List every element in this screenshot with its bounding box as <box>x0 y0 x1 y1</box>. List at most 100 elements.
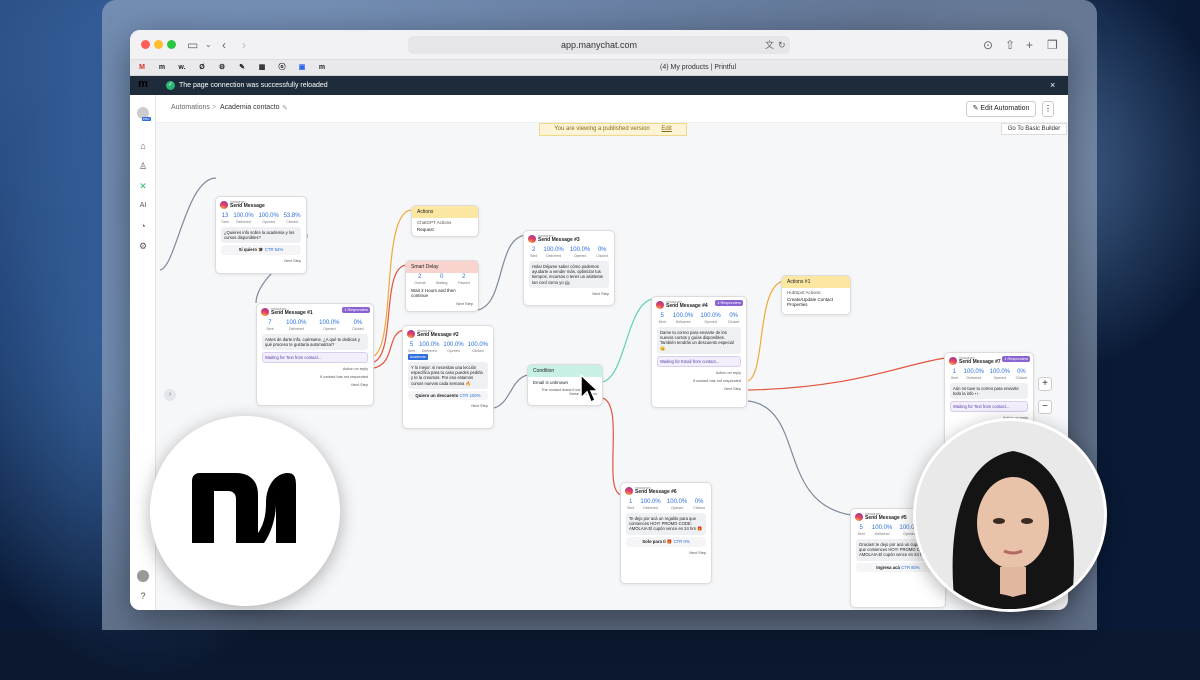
share-icon[interactable]: ⇧ <box>1005 37 1015 53</box>
instagram-icon <box>407 329 415 338</box>
reload-icon[interactable]: ↻ <box>778 37 786 53</box>
next-step-label[interactable]: Next Step <box>621 549 711 557</box>
message-text: Hola! Déjame saber cómo podemos ayudarte… <box>529 261 609 288</box>
close-icon[interactable]: × <box>1050 76 1055 95</box>
favicon-gmail[interactable]: M <box>136 62 148 73</box>
actions-header: Actions <box>412 206 478 218</box>
bookmarks-bar: M m w. Ø ⚙ ✎ ▦ ⓞ ▣ m (4) My products | P… <box>130 60 1068 76</box>
next-step-label[interactable]: Next Step <box>216 257 306 265</box>
edit-automation-button[interactable]: ✎ Edit Automation <box>966 101 1036 117</box>
zoom-out-button[interactable]: − <box>1038 400 1052 414</box>
message-text: Antes de darte info, cuéntame, ¿A qué te… <box>262 334 368 351</box>
node-actions-1[interactable]: Actions #1 HubSpot Actions: Create/Updat… <box>781 275 851 315</box>
link-noreply-sm7 <box>747 357 947 391</box>
link-cond-sm4 <box>601 298 654 383</box>
action-on-reply-label[interactable]: Action on reply <box>652 369 746 377</box>
next-step-label[interactable]: Next Step <box>406 300 478 308</box>
message-text: ¿Quieres info sobre la academia y los cu… <box>221 227 301 244</box>
link-reply-act2 <box>747 280 784 382</box>
message-button[interactable]: Solo para ti 🎁 CTR 0% <box>626 536 706 547</box>
manychat-logo-icon[interactable]: m <box>137 78 149 90</box>
no-reply-label[interactable]: If contact has not responded <box>257 373 373 381</box>
more-options-button[interactable]: ⋮ <box>1042 101 1054 117</box>
favicon-threads[interactable]: ⓞ <box>276 62 288 73</box>
link-delay-sm3 <box>477 234 527 311</box>
node-send-message-4[interactable]: Instagram Send Message #4 4 Responders 5S… <box>651 296 747 408</box>
breadcrumb-current: Academia contacto <box>220 104 280 111</box>
message-text: Y lo mejor: si necesitas una lección esp… <box>408 362 488 389</box>
message-button[interactable]: Sí quiero 🎓 CTR 54% <box>221 245 301 256</box>
forward-icon[interactable]: › <box>242 37 246 53</box>
instagram-icon <box>625 486 633 495</box>
automation-icon[interactable]: ✕ <box>137 180 149 192</box>
settings-icon[interactable]: ⚙ <box>137 240 149 252</box>
next-step-label[interactable]: Next Step <box>257 381 373 389</box>
waiting-input: Waiting for Text from contact... <box>262 352 368 364</box>
message-button[interactable]: Quiero un descuento CTR 100% <box>408 390 488 400</box>
help-icon[interactable]: ? <box>137 590 149 602</box>
link-entry <box>159 177 217 271</box>
next-step-label[interactable]: Next Step <box>403 402 493 410</box>
favicon-openai[interactable]: ⚙ <box>216 62 228 73</box>
link-cond-sm6 <box>601 397 623 496</box>
node-actions[interactable]: Actions ChatGPT Actions Request <box>411 205 479 237</box>
close-window-button[interactable] <box>141 40 150 49</box>
instagram-icon <box>949 356 957 365</box>
user-avatar[interactable] <box>137 570 149 582</box>
translate-icon[interactable]: 文 <box>765 37 774 53</box>
pro-badge: PRO <box>142 117 151 121</box>
chevron-down-icon[interactable]: ⌄ <box>205 37 212 53</box>
next-step-label[interactable]: Next Step <box>524 290 614 298</box>
minimize-window-button[interactable] <box>154 40 163 49</box>
node-send-message[interactable]: Instagram Send Message 13 Sent 100.0% Delive… <box>215 196 307 274</box>
maximize-window-button[interactable] <box>167 40 176 49</box>
instagram-icon <box>528 234 536 243</box>
pencil-icon[interactable]: ✎ <box>282 104 288 112</box>
active-tab-title[interactable]: (4) My products | Printful <box>660 60 736 76</box>
delay-header: Smart Delay <box>406 261 478 273</box>
favicon-circle[interactable]: Ø <box>196 62 208 73</box>
favicon-manychat[interactable]: m <box>156 62 168 73</box>
banner-text: The page connection was successfully rel… <box>179 82 328 89</box>
presenter-avatar <box>913 418 1107 612</box>
node-send-message-3[interactable]: Instagram Send Message #3 2 Sent 100.0% Deli… <box>523 230 615 306</box>
node-send-message-1[interactable]: Instagram Send Message #1 1 Responders 7S… <box>256 303 374 406</box>
download-icon[interactable]: ⊙ <box>983 37 993 53</box>
manychat-logo-badge <box>150 416 340 606</box>
breadcrumb-root[interactable]: Automations <box>171 104 210 111</box>
message-text: Aún no tuve tu correo para enviarte todo… <box>950 383 1028 400</box>
message-text: Te dejo por acá un regalito para que com… <box>626 513 706 535</box>
back-icon[interactable]: ‹ <box>222 37 226 53</box>
next-step-label[interactable]: Next Step <box>652 385 746 393</box>
breadcrumb-separator: > <box>212 104 217 111</box>
new-tab-icon[interactable]: + <box>1026 37 1033 53</box>
no-reply-label[interactable]: If contact has not responded <box>652 377 746 385</box>
url-text: app.manychat.com <box>560 40 638 50</box>
address-bar[interactable]: app.manychat.com <box>408 36 790 54</box>
instagram-icon <box>855 512 863 521</box>
tab-overview-icon[interactable]: ❐ <box>1047 37 1058 53</box>
node-send-message-6[interactable]: Instagram Send Message #6 1 Sent 100.0% Deli… <box>620 482 712 584</box>
link-next-sm2 <box>373 329 405 369</box>
presenter-portrait <box>916 421 1104 609</box>
favicon-grid[interactable]: ▦ <box>256 62 268 73</box>
ai-icon[interactable]: AI <box>137 200 149 212</box>
home-icon[interactable]: ⌂ <box>137 140 149 152</box>
instagram-icon <box>220 200 228 209</box>
node-send-message-2[interactable]: Instagram Send Message #2 5 Sent 100.0% Deli… <box>402 325 494 429</box>
action-on-reply-label[interactable]: Action on reply <box>257 365 373 373</box>
zoom-in-button[interactable]: + <box>1038 377 1052 391</box>
chat-icon[interactable]: ◔ <box>137 220 149 232</box>
contacts-icon[interactable]: ♙ <box>137 160 149 172</box>
favicon-manychat-2[interactable]: m <box>316 62 328 73</box>
node-smart-delay[interactable]: Smart Delay 2 Overall 0 Waiting 2 Passed Wait… <box>405 260 479 312</box>
sidebar-toggle-icon[interactable]: ▭ <box>187 37 198 53</box>
favicon-pen[interactable]: ✎ <box>236 62 248 73</box>
favicon-blue[interactable]: ▣ <box>296 62 308 73</box>
delay-text: Wait 2 Hours and then continue <box>411 288 456 298</box>
instagram-icon <box>261 307 269 316</box>
link-sm2-cond <box>493 374 529 409</box>
favicon-w[interactable]: w. <box>176 62 188 73</box>
collapse-panel-icon[interactable]: › <box>164 389 176 401</box>
mouse-cursor-icon <box>580 374 598 404</box>
